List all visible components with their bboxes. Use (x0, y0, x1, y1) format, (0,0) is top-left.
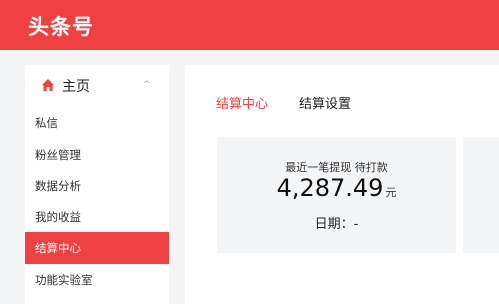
tab-settlement-settings[interactable]: 结算设置 (299, 93, 351, 112)
top-header: 头条号 (0, 0, 499, 50)
sidebar-item-messages[interactable]: 私信 (25, 107, 169, 139)
app-logo[interactable]: 头条号 (28, 11, 94, 41)
main-panel: 结算中心 结算设置 最近一笔提现 待打款 4,287.49 元 日期：- (185, 65, 499, 304)
sidebar-home-label: 主页 (62, 79, 90, 95)
withdrawal-amount: 4,287.49 (276, 174, 384, 202)
sidebar-item-label: 结算中心 (35, 241, 81, 255)
sidebar-item-lab[interactable]: 功能实验室 (25, 264, 169, 296)
sidebar-item-label: 私信 (35, 116, 58, 130)
sidebar-item-fans[interactable]: 粉丝管理 (25, 139, 169, 171)
chevron-up-icon[interactable]: ^ (143, 80, 151, 90)
withdrawal-date: 日期：- (314, 217, 359, 232)
sidebar-item-label: 功能实验室 (35, 273, 93, 287)
sidebar-item-settlement[interactable]: 结算中心 (25, 232, 169, 264)
tab-settlement-center[interactable]: 结算中心 (216, 93, 268, 112)
sidebar-item-label: 数据分析 (35, 179, 81, 193)
withdrawal-card: 最近一笔提现 待打款 4,287.49 元 日期：- (217, 137, 456, 253)
sidebar-item-home[interactable]: 主页 ^ (25, 65, 169, 107)
sidebar: 主页 ^ 私信 粉丝管理 数据分析 我的收益 结算中心 功能实验室 (25, 65, 169, 304)
withdrawal-status-label: 最近一笔提现 待打款 (285, 161, 388, 174)
sidebar-item-label: 粉丝管理 (35, 148, 81, 162)
secondary-card (463, 137, 499, 253)
sidebar-item-label: 我的收益 (35, 210, 81, 224)
home-icon (42, 79, 54, 91)
currency-unit: 元 (385, 186, 397, 199)
sidebar-item-analytics[interactable]: 数据分析 (25, 170, 169, 202)
sidebar-item-earnings[interactable]: 我的收益 (25, 201, 169, 233)
amount-row: 4,287.49 元 (217, 174, 456, 202)
